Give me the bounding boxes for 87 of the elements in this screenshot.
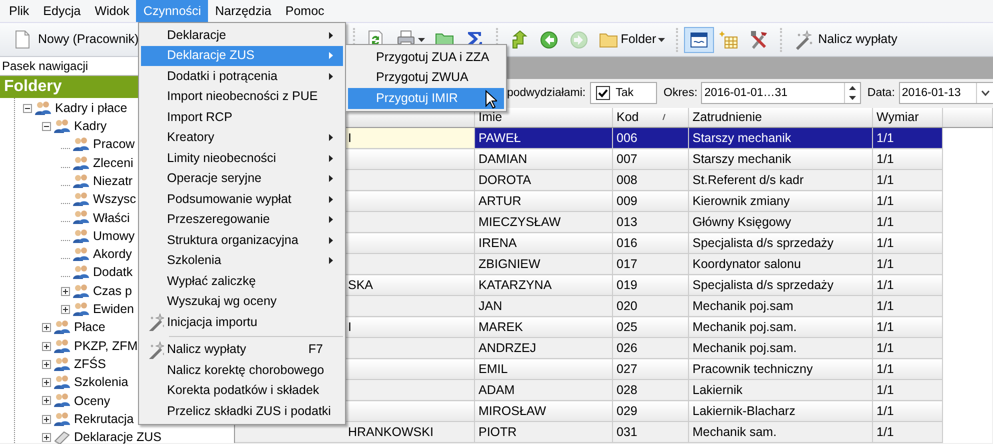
new-button[interactable]: Nowy (Pracownik) [8, 26, 144, 52]
table-cell: ARTUR [474, 190, 612, 212]
table-cell: MAREK [474, 316, 612, 338]
menu-item[interactable]: Operacje seryjne [141, 168, 343, 189]
table-cell: Starszy mechanik [688, 148, 872, 170]
menu-bar-item[interactable]: Narzędzia [208, 0, 278, 22]
menu-item[interactable]: Przeszeregowanie [141, 210, 343, 230]
table-cell: 1/1 [872, 128, 942, 148]
tree-item[interactable]: Akordy [90, 245, 132, 264]
menu-item[interactable]: Limity nieobecności [141, 148, 343, 168]
table-cell: 1/1 [872, 274, 942, 296]
table-cell: 006 [612, 128, 688, 148]
menu-bar-item[interactable]: Plik [2, 0, 36, 22]
table-cell: 029 [612, 400, 688, 422]
table-cell: MIROSŁAW [474, 400, 612, 422]
table-cell: Mechanik poj.sam. [688, 316, 872, 338]
checkbox[interactable]: Tak [590, 82, 657, 104]
column-header[interactable]: Kod [612, 108, 688, 128]
tree-item[interactable]: PKZP, ZFM [71, 336, 138, 356]
table-cell: Lakiernik-Blacharz [688, 400, 872, 422]
tree-item[interactable]: Kadry i płace [52, 98, 128, 118]
tree-item[interactable]: Ewiden [90, 300, 134, 319]
menu-item[interactable]: Podsumowanie wypłat [141, 189, 343, 210]
menu-item[interactable]: Przelicz składki ZUS i podatki [141, 401, 343, 422]
table-cell: Pracownik techniczny [688, 358, 872, 380]
menu-bar-item[interactable]: Pomoc [278, 0, 332, 22]
dropdown-button[interactable]: Folder [594, 26, 670, 52]
column-header[interactable]: Wymiar [872, 108, 942, 128]
table-cell: Specjalista d/s sprzedaży [688, 232, 872, 254]
menu-item[interactable]: Nalicz korektę chorobowego [141, 360, 343, 380]
table-cell: 1/1 [872, 400, 942, 422]
table-cell: 1/1 [872, 190, 942, 212]
table-cell: 007 [612, 148, 688, 170]
menu-item[interactable]: Deklaracje [141, 25, 343, 46]
table-cell: 031 [612, 422, 688, 442]
column-header[interactable]: Zatrudnienie [688, 108, 872, 128]
tree-item[interactable]: Kadry [71, 117, 107, 136]
period-field[interactable]: 2016-01-01…31 [701, 82, 862, 104]
date-field[interactable]: 2016-01-13 [898, 82, 993, 104]
table-cell: 009 [612, 190, 688, 212]
table-cell: PAWEŁ [474, 128, 612, 148]
tree-item[interactable]: Zleceni [90, 154, 134, 172]
tree-item[interactable]: Płace [71, 318, 106, 338]
table-cell: 027 [612, 358, 688, 380]
tree-item[interactable]: Czas p [90, 282, 132, 300]
menu-item[interactable]: Przygotuj ZUA i ZZA [348, 47, 504, 68]
menu-item[interactable]: Przygotuj ZWUA [348, 68, 504, 88]
column-header[interactable]: Imie [474, 108, 612, 128]
table-cell: KATARZYNA [474, 274, 612, 296]
tree-item[interactable]: Szkolenia [71, 373, 128, 392]
table-cell: 016 [612, 232, 688, 254]
tree-item[interactable]: Pracow [90, 135, 135, 154]
table-cell: 019 [612, 274, 688, 296]
table-cell: 1/1 [872, 358, 942, 380]
tree-item[interactable]: ZFŚS [71, 354, 106, 374]
field-label: Data: [867, 86, 895, 101]
toolbar-button[interactable]: Nalicz wypłaty [788, 26, 902, 52]
table-cell: 1/1 [872, 232, 942, 254]
tree-item[interactable]: Niezatr [90, 172, 133, 191]
tree-item[interactable]: Umowy [90, 226, 135, 246]
table-cell: 1/1 [872, 422, 942, 442]
table-cell: Kierownik zmiany [688, 190, 872, 212]
table-cell: DAMIAN [474, 148, 612, 170]
table-cell: Specjalista d/s sprzedaży [688, 274, 872, 296]
tree-item[interactable]: Deklaracje ZUS [71, 428, 162, 444]
field-label: Okres: [664, 86, 698, 101]
table-cell: PIOTR [474, 422, 612, 442]
table-cell: Mechanik sam. [688, 422, 872, 442]
menu-bar-item[interactable]: Edycja [36, 0, 88, 22]
field-label: podwydziałami: [507, 86, 586, 101]
menu-item[interactable]: Nalicz wypłaty F7 [141, 340, 343, 360]
table-cell: IRENA [474, 232, 612, 254]
table-cell: 1/1 [872, 148, 942, 170]
menu-bar-item[interactable]: Widok [88, 0, 136, 22]
table-cell: 1/1 [872, 316, 942, 338]
tree-item[interactable]: Wszysc [90, 190, 136, 210]
menu-item[interactable]: Szkolenia [141, 250, 343, 271]
tree-item[interactable]: Dodatk [90, 263, 133, 282]
table-cell: EMIL [474, 358, 612, 380]
tree-item[interactable]: Właści [90, 208, 130, 228]
table-cell: 025 [612, 316, 688, 338]
tree-item[interactable]: Oceny [71, 392, 110, 410]
menu-item[interactable]: Struktura organizacyjna [141, 230, 343, 250]
menu-item[interactable]: Korekta podatków i składek [141, 380, 343, 401]
menu-item[interactable]: Import RCP [141, 107, 343, 128]
tree-item[interactable]: Rekrutacja [71, 410, 134, 429]
table-cell: Starszy mechanik [688, 128, 872, 148]
